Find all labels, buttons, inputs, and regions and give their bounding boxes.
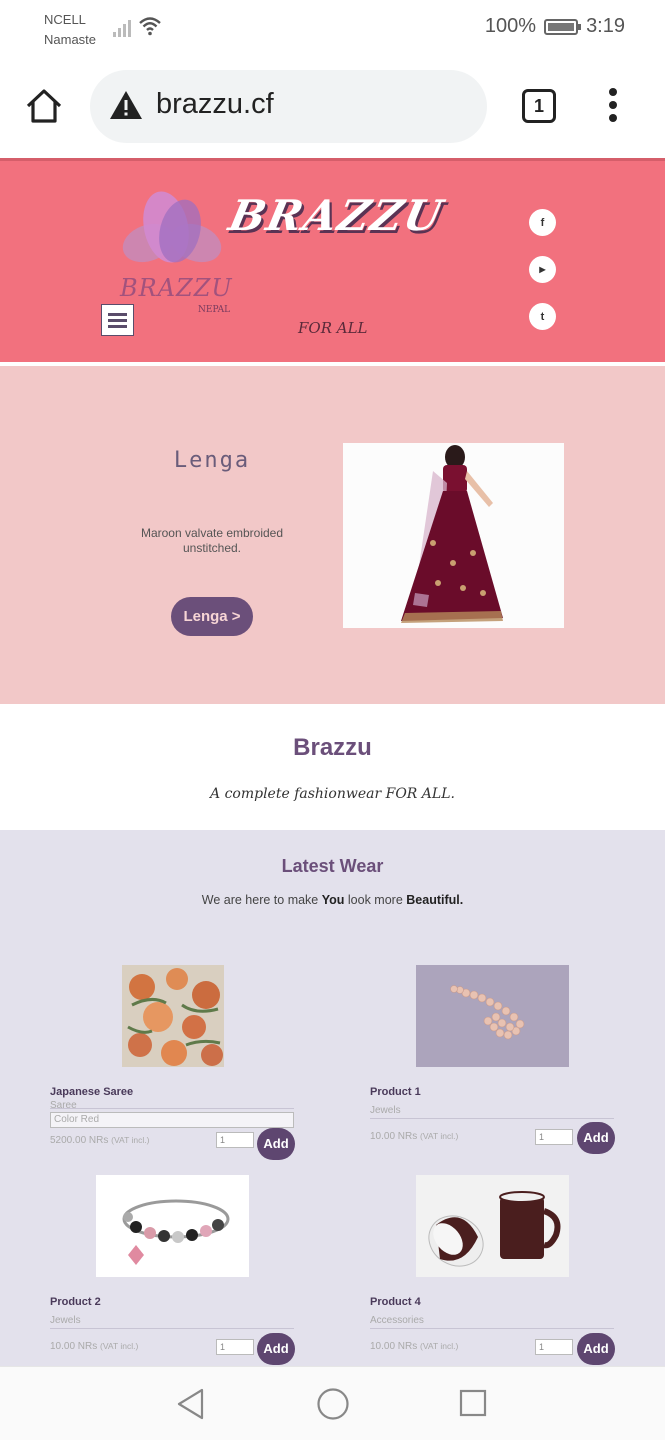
latest-wear-section: Latest Wear We are here to make You look… (0, 830, 665, 1370)
vat-note: (VAT incl.) (420, 1341, 459, 1351)
quantity-input[interactable]: 1 (535, 1129, 573, 1145)
product-category: Jewels (50, 1315, 81, 1326)
logo-subtitle: NEPAL (198, 305, 231, 315)
warning-icon[interactable] (108, 89, 144, 121)
facebook-icon[interactable]: f (529, 209, 556, 236)
product-category: Accessories (370, 1315, 424, 1326)
recents-icon[interactable] (457, 1387, 489, 1419)
divider (370, 1328, 614, 1329)
signal-icon (113, 20, 131, 37)
wifi-icon (139, 17, 161, 36)
status-right: 100% 3:19 (485, 15, 625, 38)
hero-cta-button[interactable]: Lenga > (171, 597, 253, 636)
hamburger-menu-icon[interactable] (101, 304, 134, 336)
home-circle-icon[interactable] (315, 1386, 351, 1422)
quantity-input[interactable]: 1 (216, 1339, 254, 1355)
vat-note: (VAT incl.) (420, 1131, 459, 1141)
about-section: Brazzu A complete fashionwear FOR ALL. (0, 704, 665, 830)
divider (50, 1108, 294, 1109)
divider (370, 1118, 614, 1119)
product-price: 10.00 NRs (VAT incl.) (370, 1131, 458, 1142)
subtitle-emphasis: Beautiful. (406, 893, 464, 907)
product-image-pearls[interactable] (416, 965, 569, 1067)
overflow-menu-icon[interactable] (606, 88, 620, 128)
tab-switcher-button[interactable]: 1 (522, 89, 556, 123)
price-value: 10.00 NRs (370, 1341, 418, 1352)
product-option-select[interactable]: Color Red (50, 1112, 294, 1128)
page: NCELL Namaste 100% 3:19 brazzu.cf 1 BRAZ… (0, 0, 665, 1440)
clock: 3:19 (586, 15, 625, 37)
vat-note: (VAT incl.) (111, 1135, 150, 1145)
carrier-network: Namaste (44, 32, 97, 47)
quantity-input[interactable]: 1 (535, 1339, 573, 1355)
address-bar[interactable]: brazzu.cf (90, 70, 487, 143)
price-value: 10.00 NRs (50, 1341, 98, 1352)
divider (50, 1328, 294, 1329)
status-bar: NCELL Namaste 100% 3:19 (0, 0, 665, 58)
subtitle-emphasis: You (321, 893, 345, 907)
product-name[interactable]: Product 1 (370, 1086, 421, 1098)
product-category: Saree (50, 1100, 77, 1111)
carrier-name: NCELL (44, 12, 86, 27)
home-icon[interactable] (24, 86, 64, 126)
product-image-bracelet[interactable] (96, 1175, 249, 1277)
price-value: 5200.00 NRs (50, 1135, 109, 1146)
site-header: BRAZZU NEPAL BRAZZU FOR ALL f ▶ t (0, 158, 665, 362)
hero-description: Maroon valvate embroided unstitched. (140, 526, 284, 555)
url-text[interactable]: brazzu.cf (156, 88, 274, 121)
product-price: 5200.00 NRs (VAT incl.) (50, 1135, 149, 1146)
add-to-cart-button[interactable]: Add (577, 1333, 615, 1365)
system-navigation-bar (0, 1366, 665, 1440)
add-to-cart-button[interactable]: Add (257, 1333, 295, 1365)
youtube-icon[interactable]: ▶ (529, 256, 556, 283)
product-name[interactable]: Japanese Saree (50, 1086, 133, 1098)
add-to-cart-button[interactable]: Add (577, 1122, 615, 1154)
quantity-input[interactable]: 1 (216, 1132, 254, 1148)
carrier-info: NCELL Namaste (44, 10, 96, 50)
about-title: Brazzu (293, 734, 372, 761)
about-tagline: A complete fashionwear FOR ALL. (210, 786, 455, 802)
product-image-mugs[interactable] (416, 1175, 569, 1277)
price-value: 10.00 NRs (370, 1131, 418, 1142)
subtitle-text: look more (344, 893, 407, 907)
latest-subtitle: We are here to make You look more Beauti… (0, 893, 665, 907)
brand-title: BRAZZU (224, 191, 449, 240)
hero-banner: Lenga Maroon valvate embroided unstitche… (0, 366, 665, 704)
battery-icon (544, 18, 582, 35)
product-price: 10.00 NRs (VAT incl.) (50, 1341, 138, 1352)
product-price: 10.00 NRs (VAT incl.) (370, 1341, 458, 1352)
subtitle-text: We are here to make (201, 893, 322, 907)
logo-wordmark: BRAZZU (120, 274, 233, 302)
latest-title: Latest Wear (281, 856, 384, 876)
product-image-saree[interactable] (122, 965, 224, 1067)
hero-title: Lenga (173, 448, 251, 473)
browser-toolbar: brazzu.cf 1 (0, 58, 665, 158)
twitter-icon[interactable]: t (529, 303, 556, 330)
add-to-cart-button[interactable]: Add (257, 1128, 295, 1160)
battery-percent: 100% (484, 15, 537, 37)
lehenga-image[interactable] (343, 443, 564, 628)
product-name[interactable]: Product 2 (50, 1296, 101, 1308)
vat-note: (VAT incl.) (100, 1341, 139, 1351)
product-name[interactable]: Product 4 (370, 1296, 421, 1308)
header-tagline: FOR ALL (298, 319, 368, 337)
back-icon[interactable] (174, 1387, 208, 1421)
product-category: Jewels (370, 1105, 401, 1116)
